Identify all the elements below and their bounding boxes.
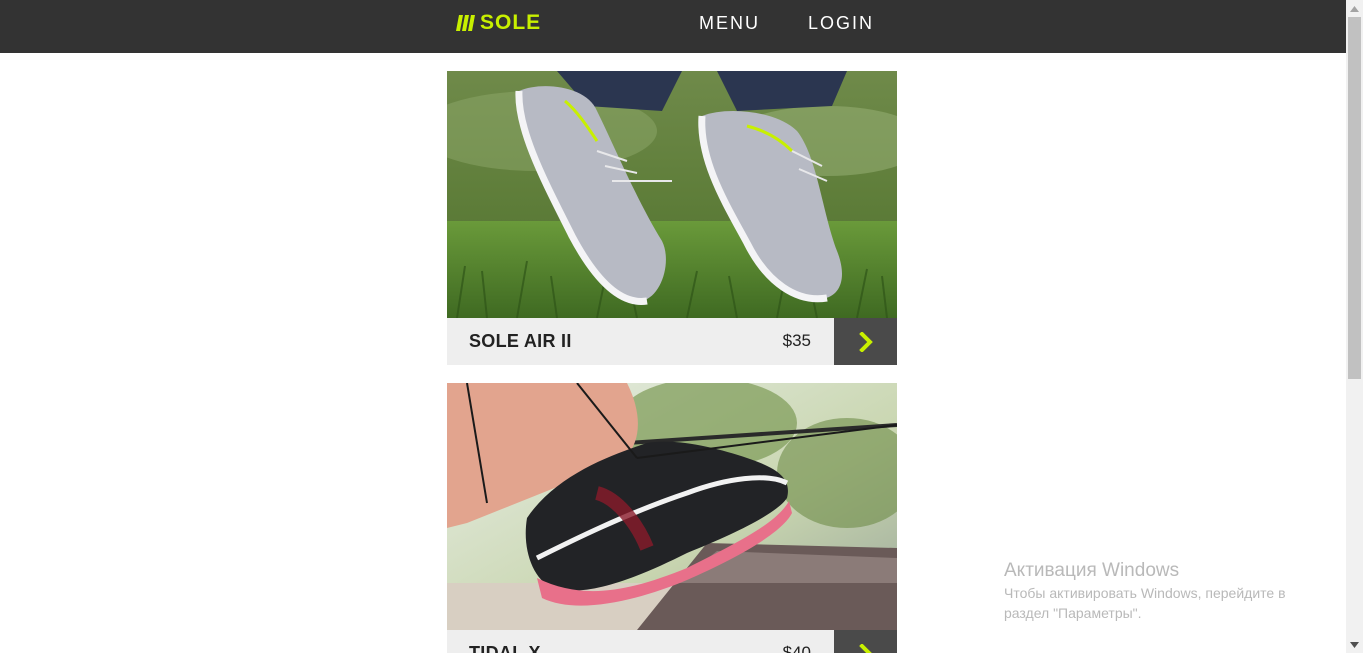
watermark-line-1: Чтобы активировать Windows, перейдите в [1004, 585, 1286, 601]
windows-activation-watermark: Активация Windows Чтобы активировать Win… [1004, 559, 1286, 623]
chevron-right-icon [858, 331, 873, 352]
watermark-line-2: раздел "Параметры". [1004, 605, 1142, 621]
scrollbar-thumb[interactable] [1348, 17, 1361, 379]
vertical-scrollbar[interactable] [1346, 0, 1363, 653]
watermark-title: Активация Windows [1004, 560, 1180, 581]
top-navigation-bar: SOLE MENU LOGIN [0, 0, 1346, 53]
nav-menu-link[interactable]: MENU [699, 12, 760, 34]
logo-stripes-icon [456, 15, 475, 31]
scroll-up-arrow-icon[interactable] [1346, 0, 1363, 17]
product-card: SOLE AIR II $35 [447, 71, 897, 365]
nav-login-link[interactable]: LOGIN [808, 12, 874, 34]
product-price: $35 [782, 331, 811, 350]
product-card-footer: SOLE AIR II $35 [447, 318, 897, 365]
product-price: $40 [782, 643, 811, 653]
browser-viewport: SOLE MENU LOGIN SOLE AIR II $35 TIDAL X … [0, 0, 1363, 653]
product-card: TIDAL X $40 [447, 383, 897, 653]
scroll-down-arrow-icon[interactable] [1346, 636, 1363, 653]
product-details-button[interactable] [834, 630, 897, 653]
product-image-tidal-x[interactable] [447, 383, 897, 630]
logo-text: SOLE [480, 11, 542, 34]
chevron-right-icon [858, 643, 872, 653]
product-details-button[interactable] [834, 318, 897, 365]
sole-logo[interactable]: SOLE [456, 11, 541, 35]
product-card-footer: TIDAL X $40 [447, 630, 897, 653]
product-name: TIDAL X [469, 643, 541, 653]
product-image-sole-air[interactable] [447, 71, 897, 318]
product-name: SOLE AIR II [469, 331, 572, 351]
